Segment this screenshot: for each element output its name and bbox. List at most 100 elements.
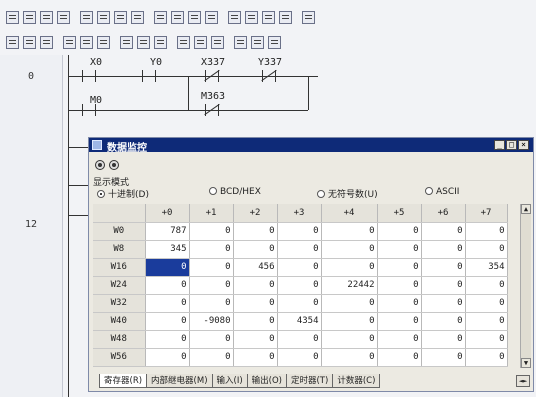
monitor-start-icon[interactable] bbox=[279, 10, 292, 24]
monitor-run-icon[interactable] bbox=[95, 160, 105, 170]
value-cell[interactable]: 0 bbox=[233, 276, 278, 295]
value-cell[interactable]: 0 bbox=[377, 258, 422, 277]
value-cell[interactable]: 0 bbox=[465, 294, 508, 313]
value-cell[interactable]: 0 bbox=[377, 312, 422, 331]
radio-unsigned[interactable]: 无符号数(U) bbox=[317, 187, 378, 200]
value-cell[interactable]: 0 bbox=[421, 330, 466, 349]
hline-icon[interactable] bbox=[154, 35, 167, 49]
value-cell[interactable]: 0 bbox=[465, 330, 508, 349]
value-cell[interactable]: 0 bbox=[277, 330, 322, 349]
value-cell[interactable]: -9080 bbox=[189, 312, 234, 331]
value-cell[interactable]: 0 bbox=[321, 258, 378, 277]
value-cell[interactable]: 0 bbox=[233, 240, 278, 259]
contact-m363[interactable] bbox=[205, 104, 219, 116]
value-cell[interactable]: 0 bbox=[465, 240, 508, 259]
value-cell[interactable]: 0 bbox=[277, 294, 322, 313]
undo-icon[interactable] bbox=[131, 10, 144, 24]
tab-2[interactable]: 输入(I) bbox=[211, 374, 248, 388]
value-cell[interactable]: 0 bbox=[233, 294, 278, 313]
vline-icon[interactable] bbox=[177, 35, 190, 49]
value-cell[interactable]: 0 bbox=[189, 330, 234, 349]
close-button[interactable]: × bbox=[518, 140, 529, 150]
tab-5[interactable]: 计数器(C) bbox=[332, 374, 381, 388]
value-cell[interactable]: 0 bbox=[377, 294, 422, 313]
value-cell[interactable]: 0 bbox=[145, 258, 190, 277]
value-cell[interactable]: 0 bbox=[377, 330, 422, 349]
value-cell[interactable]: 0 bbox=[189, 258, 234, 277]
dialog-titlebar[interactable]: 数据监控 bbox=[89, 138, 533, 154]
open-icon[interactable] bbox=[23, 10, 36, 24]
value-cell[interactable]: 0 bbox=[421, 258, 466, 277]
value-cell[interactable]: 0 bbox=[233, 222, 278, 241]
value-cell[interactable]: 0 bbox=[233, 348, 278, 367]
value-cell[interactable]: 0 bbox=[465, 222, 508, 241]
value-cell[interactable]: 0 bbox=[377, 276, 422, 295]
value-cell[interactable]: 0 bbox=[277, 348, 322, 367]
contact-y0[interactable] bbox=[142, 70, 156, 82]
value-cell[interactable]: 0 bbox=[465, 276, 508, 295]
monitor-stop-icon[interactable] bbox=[109, 160, 119, 170]
value-cell[interactable]: 0 bbox=[145, 276, 190, 295]
value-cell[interactable]: 0 bbox=[189, 240, 234, 259]
tab-4[interactable]: 定时器(T) bbox=[285, 374, 334, 388]
value-cell[interactable]: 0 bbox=[145, 348, 190, 367]
value-cell[interactable]: 0 bbox=[277, 276, 322, 295]
parallel-closed-icon[interactable] bbox=[63, 35, 76, 49]
value-cell[interactable]: 0 bbox=[145, 294, 190, 313]
radio-bcd-hex[interactable]: BCD/HEX bbox=[209, 187, 261, 198]
value-cell[interactable]: 0 bbox=[321, 294, 378, 313]
closed-contact-icon[interactable] bbox=[23, 35, 36, 49]
value-cell[interactable]: 0 bbox=[233, 330, 278, 349]
redo-icon[interactable] bbox=[154, 10, 167, 24]
value-cell[interactable]: 456 bbox=[233, 258, 278, 277]
replace-icon[interactable] bbox=[171, 10, 184, 24]
value-cell[interactable]: 0 bbox=[421, 348, 466, 367]
value-cell[interactable]: 0 bbox=[277, 258, 322, 277]
radio-decimal[interactable]: 十进制(D) bbox=[97, 187, 149, 200]
value-cell[interactable]: 354 bbox=[465, 258, 508, 277]
list-view-icon[interactable] bbox=[262, 10, 275, 24]
contact-y337[interactable] bbox=[262, 70, 276, 82]
value-cell[interactable]: 0 bbox=[189, 348, 234, 367]
cut-icon[interactable] bbox=[268, 35, 281, 49]
value-cell[interactable]: 787 bbox=[145, 222, 190, 241]
invert-icon[interactable] bbox=[211, 35, 224, 49]
value-cell[interactable]: 0 bbox=[189, 294, 234, 313]
save-icon[interactable] bbox=[40, 10, 53, 24]
maximize-button[interactable]: □ bbox=[506, 140, 517, 150]
value-cell[interactable]: 0 bbox=[421, 276, 466, 295]
value-cell[interactable]: 0 bbox=[377, 222, 422, 241]
parallel-open-icon[interactable] bbox=[40, 35, 53, 49]
value-cell[interactable]: 0 bbox=[377, 348, 422, 367]
value-cell[interactable]: 0 bbox=[421, 240, 466, 259]
print-icon[interactable] bbox=[57, 10, 70, 24]
delete-line-icon[interactable] bbox=[194, 35, 207, 49]
vertical-scrollbar[interactable]: ▲ ▼ bbox=[520, 204, 531, 368]
tab-3[interactable]: 输出(O) bbox=[246, 374, 287, 388]
write-plc-icon[interactable] bbox=[205, 10, 218, 24]
tab-0[interactable]: 寄存器(R) bbox=[99, 374, 148, 388]
function-icon[interactable] bbox=[137, 35, 150, 49]
value-cell[interactable]: 0 bbox=[145, 312, 190, 331]
tab-1[interactable]: 内部继电器(M) bbox=[146, 374, 213, 388]
tab-scroll-icon[interactable]: ◄► bbox=[516, 375, 530, 387]
value-cell[interactable]: 0 bbox=[321, 330, 378, 349]
monitor-grid[interactable]: +0 +1 +2 +3 +4 +5 +6 +7 W0 787 0 0 0 0 0 0 0 W8 345 0 0 0 0 0 0… bbox=[93, 204, 508, 367]
value-cell[interactable]: 0 bbox=[145, 330, 190, 349]
value-cell[interactable]: 0 bbox=[321, 312, 378, 331]
value-cell[interactable]: 0 bbox=[421, 294, 466, 313]
value-cell[interactable]: 0 bbox=[233, 312, 278, 331]
value-cell[interactable]: 345 bbox=[145, 240, 190, 259]
ladder-view-icon[interactable] bbox=[245, 10, 258, 24]
coil-icon[interactable] bbox=[120, 35, 133, 49]
value-cell[interactable]: 0 bbox=[321, 222, 378, 241]
value-cell[interactable]: 0 bbox=[421, 222, 466, 241]
value-cell[interactable]: 0 bbox=[189, 276, 234, 295]
contact-x0[interactable] bbox=[82, 70, 96, 82]
window-icon[interactable] bbox=[97, 10, 110, 24]
find-icon[interactable] bbox=[114, 10, 127, 24]
value-cell[interactable]: 0 bbox=[277, 222, 322, 241]
value-cell[interactable]: 0 bbox=[465, 312, 508, 331]
value-cell[interactable]: 0 bbox=[465, 348, 508, 367]
data-monitor-dialog[interactable]: 数据监控 _ □ × 显示模式 十进制(D) BCD/HEX 无符号数(U) A… bbox=[88, 137, 534, 392]
